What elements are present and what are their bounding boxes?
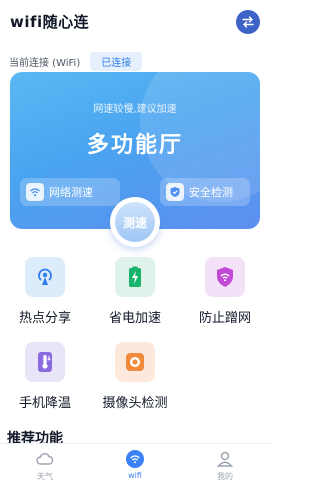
wifi-icon <box>126 450 144 468</box>
switch-icon[interactable] <box>236 10 260 34</box>
speed-test-label: 测速 <box>115 202 155 242</box>
tool-camera-detect[interactable]: 摄像头检测 <box>100 342 170 412</box>
tab-label: 我的 <box>217 472 233 481</box>
tab-label: 天气 <box>37 472 53 481</box>
cloud-icon <box>36 450 54 468</box>
connection-label: 当前连接 (WiFi) <box>9 57 81 69</box>
wifi-shield-icon <box>205 257 245 297</box>
network-speed-chip[interactable]: 网络测速 <box>20 178 120 206</box>
shield-icon <box>166 183 184 201</box>
connection-row: 当前连接 (WiFi) 已连接 <box>9 51 143 71</box>
tool-label: 热点分享 <box>18 311 71 326</box>
tab-label: wifi <box>128 471 142 480</box>
tool-phone-cooling[interactable]: 手机降温 <box>10 342 80 412</box>
security-check-label: 安全检测 <box>189 186 233 199</box>
hero-title: 多功能厅 <box>86 133 183 158</box>
wifi-speed-icon <box>26 183 44 201</box>
hero-subtitle: 网速较慢,建议加速 <box>93 104 177 115</box>
security-check-chip[interactable]: 安全检测 <box>160 178 250 206</box>
tool-hotspot-share[interactable]: 热点分享 <box>10 257 80 327</box>
battery-icon <box>115 257 155 297</box>
tool-battery-boost[interactable]: 省电加速 <box>100 257 170 327</box>
tool-anti-freeload[interactable]: 防止蹭网 <box>190 257 260 327</box>
app-header: wifi随心连 <box>0 0 270 44</box>
tab-profile[interactable]: 我的 <box>180 444 270 488</box>
tool-label: 省电加速 <box>108 311 161 326</box>
app-title: wifi随心连 <box>10 13 90 31</box>
tab-wifi[interactable]: wifi <box>90 444 180 488</box>
speed-test-button[interactable]: 测速 <box>110 197 160 247</box>
tool-label: 防止蹭网 <box>198 311 251 326</box>
tab-weather[interactable]: 天气 <box>0 444 90 488</box>
tool-label: 手机降温 <box>18 396 71 411</box>
tool-label: 摄像头检测 <box>102 396 168 411</box>
network-speed-label: 网络测速 <box>49 186 93 199</box>
camera-icon <box>115 342 155 382</box>
connection-status-badge: 已连接 <box>90 51 143 71</box>
bottom-tab-bar: 天气 wifi 我的 <box>0 443 270 488</box>
user-icon <box>216 450 234 468</box>
thermometer-icon <box>25 342 65 382</box>
hotspot-icon <box>25 257 65 297</box>
